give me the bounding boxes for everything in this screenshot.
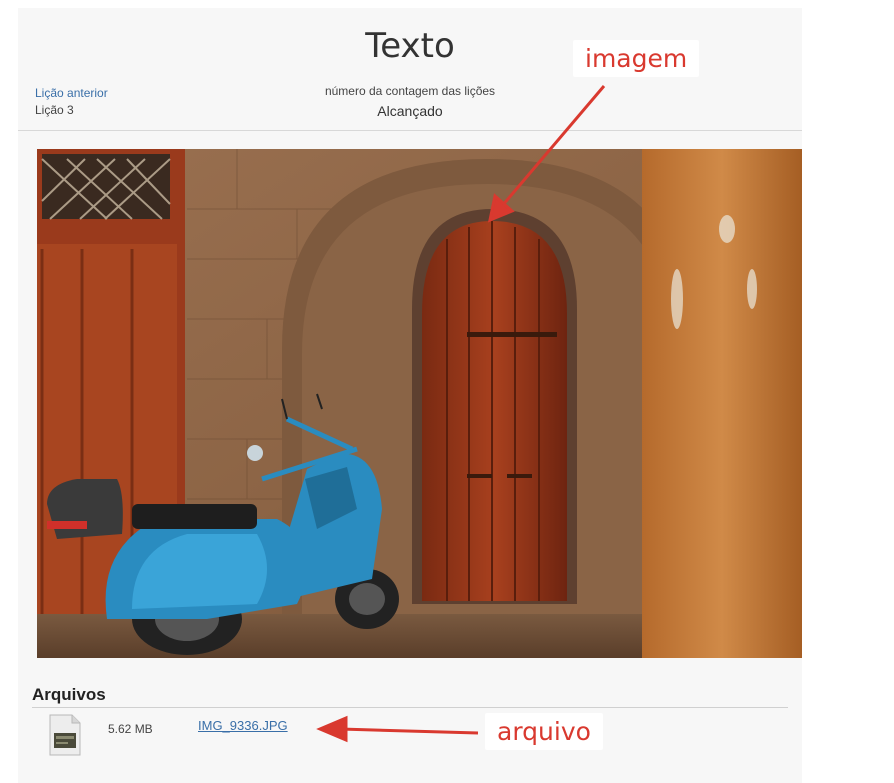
lesson-count-value: Alcançado [377,103,443,119]
lesson-image [37,149,802,658]
lesson-count-label: número da contagem das lições [324,84,496,98]
photo-image [37,149,802,658]
image-callout-label: imagem [573,40,700,77]
header-divider [18,130,802,131]
file-thumbnail-icon[interactable] [49,714,81,756]
file-size: 5.62 MB [108,722,153,736]
files-section-title: Arquivos [32,685,106,704]
file-download-link[interactable]: IMG_9336.JPG [198,718,288,733]
lesson-panel: Texto Lição anterior Lição 3 número da c… [18,8,802,783]
file-callout-label: arquivo [485,713,603,750]
files-divider [32,707,788,708]
